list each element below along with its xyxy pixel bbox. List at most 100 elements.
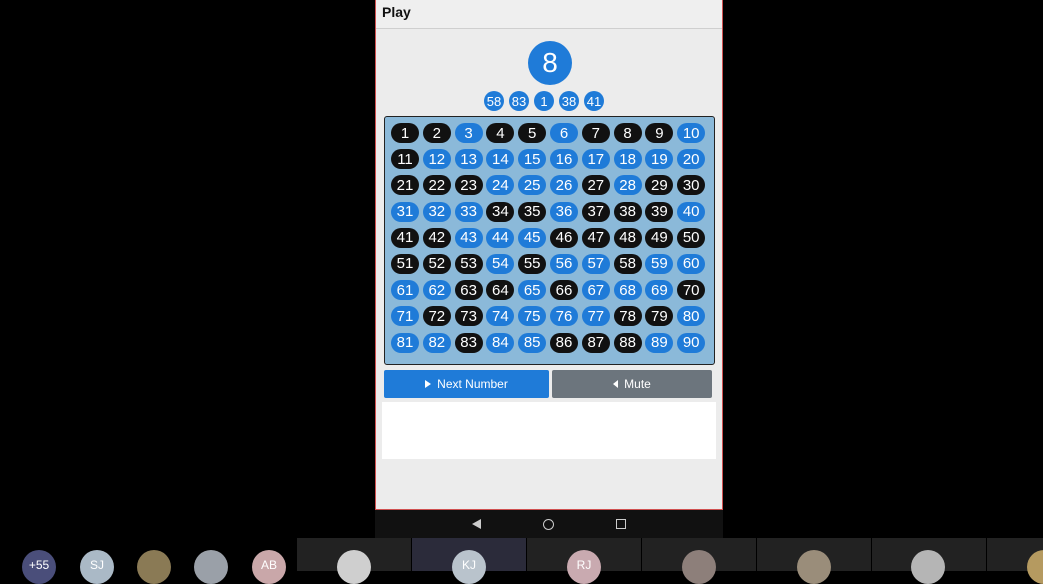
board-number: 19 xyxy=(645,149,674,170)
board-number: 42 xyxy=(422,227,451,248)
board-number: 74 xyxy=(486,306,515,327)
participant-avatar[interactable] xyxy=(797,550,831,584)
board-number: 62 xyxy=(422,280,451,301)
board-number: 49 xyxy=(645,227,674,248)
board-number: 78 xyxy=(613,306,642,327)
board-number: 17 xyxy=(581,149,610,170)
board-number: 81 xyxy=(391,332,419,353)
board-number: 29 xyxy=(645,175,674,196)
board-number: 45 xyxy=(518,227,547,248)
participant-avatar[interactable]: KJ xyxy=(452,550,486,584)
board-number: 41 xyxy=(391,227,419,248)
board-number: 6 xyxy=(549,123,578,143)
board-number: 27 xyxy=(581,175,610,196)
board-number: 9 xyxy=(645,123,674,143)
board-number: 87 xyxy=(581,332,610,353)
board-number: 83 xyxy=(454,332,483,353)
board-number: 52 xyxy=(422,253,451,274)
board-number: 89 xyxy=(645,332,674,353)
board-number: 43 xyxy=(454,227,483,248)
board-number: 37 xyxy=(581,201,610,222)
board-number: 30 xyxy=(677,175,706,196)
board-number: 63 xyxy=(454,280,483,301)
board-number: 10 xyxy=(677,123,706,143)
board-number: 36 xyxy=(549,201,578,222)
recents-icon[interactable] xyxy=(616,519,626,529)
board-number: 79 xyxy=(645,306,674,327)
board-number: 2 xyxy=(422,123,451,143)
participant-avatar[interactable]: +55 xyxy=(22,550,56,584)
recent-number-ball: 83 xyxy=(509,91,529,111)
board-number: 5 xyxy=(518,123,547,143)
board-number: 70 xyxy=(677,280,706,301)
recent-number-ball: 1 xyxy=(534,91,554,111)
participant-avatar[interactable] xyxy=(337,550,371,584)
recent-number-ball: 58 xyxy=(484,91,504,111)
number-board: 1 2 3 4 5 6 7 8 9 10 11 12 13 14 15 16 17 18 19 20 21 22 23 24 2… xyxy=(384,116,715,365)
board-number: 53 xyxy=(454,253,483,274)
play-icon xyxy=(425,380,432,388)
board-number: 8 xyxy=(613,123,642,143)
board-number: 72 xyxy=(422,306,451,327)
board-number: 16 xyxy=(549,149,578,170)
board-number: 20 xyxy=(677,149,706,170)
board-number: 90 xyxy=(677,332,706,353)
recent-numbers: 58 83 1 38 41 xyxy=(484,91,604,111)
current-number-ball: 8 xyxy=(528,41,572,85)
participant-avatar[interactable] xyxy=(911,550,945,584)
board-number: 14 xyxy=(486,149,515,170)
board-number: 1 xyxy=(391,123,419,143)
board-number: 54 xyxy=(486,253,515,274)
board-number: 59 xyxy=(645,253,674,274)
board-number: 84 xyxy=(486,332,515,353)
board-number: 15 xyxy=(518,149,547,170)
board-number: 56 xyxy=(549,253,578,274)
board-number: 31 xyxy=(391,201,419,222)
board-number: 50 xyxy=(677,227,706,248)
board-number: 80 xyxy=(677,306,706,327)
board-number: 38 xyxy=(613,201,642,222)
board-number: 86 xyxy=(549,332,578,353)
board-number: 13 xyxy=(454,149,483,170)
board-number: 67 xyxy=(581,280,610,301)
board-number: 3 xyxy=(454,123,483,143)
next-number-button[interactable]: Next Number xyxy=(384,370,549,398)
board-number: 77 xyxy=(581,306,610,327)
board-number: 75 xyxy=(518,306,547,327)
board-number: 11 xyxy=(391,149,419,170)
ad-area xyxy=(382,402,716,459)
board-number: 66 xyxy=(549,280,578,301)
board-number: 65 xyxy=(518,280,547,301)
page-title: Play xyxy=(382,4,411,20)
speaker-icon xyxy=(613,380,619,388)
board-number: 32 xyxy=(422,201,451,222)
participant-avatar[interactable] xyxy=(194,550,228,584)
back-icon[interactable] xyxy=(472,519,481,529)
board-number: 68 xyxy=(613,280,642,301)
home-icon[interactable] xyxy=(543,518,554,530)
board-number: 73 xyxy=(454,306,483,327)
participant-avatar[interactable]: RJ xyxy=(567,550,601,584)
board-number: 48 xyxy=(613,227,642,248)
mute-button[interactable]: Mute xyxy=(552,370,712,398)
board-number: 55 xyxy=(518,253,547,274)
number-grid: 1 2 3 4 5 6 7 8 9 10 11 12 13 14 15 16 17 18 19 20 21 22 23 24 2… xyxy=(391,123,706,355)
participant-avatar[interactable] xyxy=(682,550,716,584)
participant-avatar[interactable]: AB xyxy=(252,550,286,584)
board-number: 57 xyxy=(581,253,610,274)
app-window: Play 8 58 83 1 38 41 1 2 3 4 5 6 7 8 9 10 11 12 13 14 15 16… xyxy=(375,0,723,510)
board-number: 51 xyxy=(391,253,419,274)
board-number: 18 xyxy=(613,149,642,170)
board-number: 69 xyxy=(645,280,674,301)
board-number: 22 xyxy=(422,175,451,196)
participant-avatar[interactable] xyxy=(137,550,171,584)
recent-number-ball: 38 xyxy=(559,91,579,111)
board-number: 71 xyxy=(391,306,419,327)
board-number: 64 xyxy=(486,280,515,301)
board-number: 60 xyxy=(677,253,706,274)
board-number: 23 xyxy=(454,175,483,196)
board-number: 26 xyxy=(549,175,578,196)
mute-label: Mute xyxy=(624,377,651,391)
participant-avatar[interactable]: SJ xyxy=(80,550,114,584)
board-number: 40 xyxy=(677,201,706,222)
